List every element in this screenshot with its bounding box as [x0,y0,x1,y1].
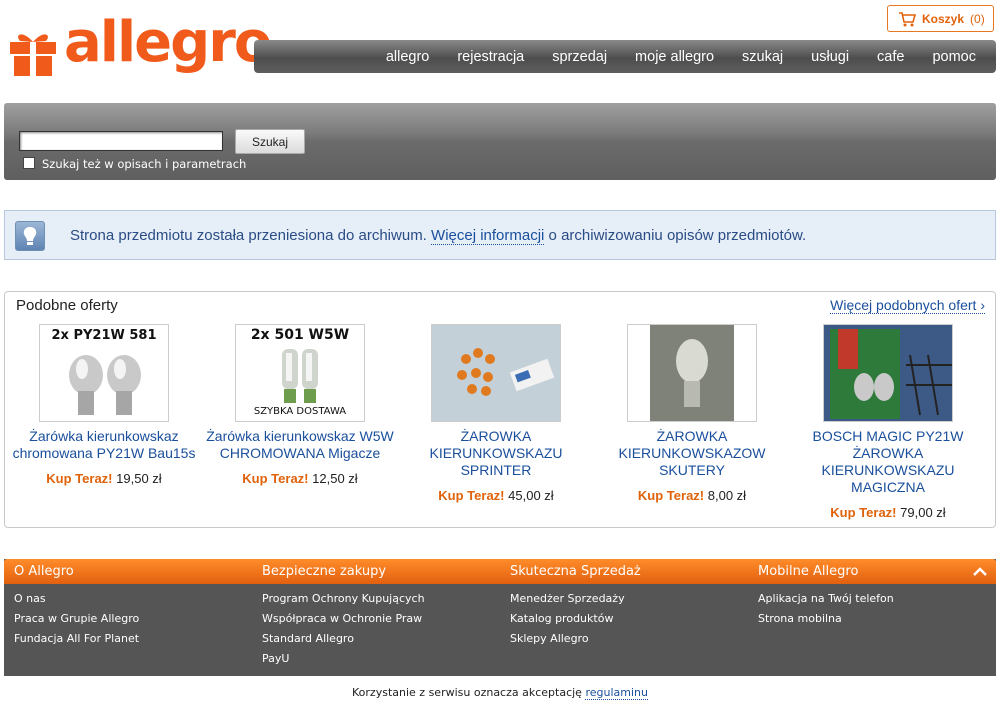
offer-card[interactable]: ŻAROWKA KIERUNKOWSKAZU SPRINTER Kup Tera… [398,324,594,503]
footer-link[interactable]: PayU [262,652,500,672]
offer-title[interactable]: Żarówka kierunkowskaz W5W CHROMOWANA Mig… [202,428,398,462]
footer-column-title: Mobilne Allegro [758,564,859,579]
footer-link[interactable]: Katalog produktów [510,612,748,632]
bulb-photo [69,355,141,415]
offer-image[interactable] [627,324,757,422]
offer-image-caption: 2x 501 W5W [250,327,350,343]
price-value: 45,00 zł [508,488,554,503]
footer-column-title: Skuteczna Sprzedaż [510,564,641,579]
offer-image[interactable]: 2x PY21W 581 [39,324,169,422]
footer: O Allegro O nas Praca w Grupie Allegro F… [4,559,996,676]
more-similar-offers-link[interactable]: Więcej podobnych ofert › [830,297,985,314]
footer-link[interactable]: Standard Allegro [262,632,500,652]
similar-offers-title: Podobne oferty [16,297,118,314]
nav-item-rejestracja[interactable]: rejestracja [457,49,524,65]
footer-column: Bezpieczne zakupy Program Ochrony Kupują… [252,559,500,672]
nav-item-pomoc[interactable]: pomoc [932,49,976,65]
footer-column-title: O Allegro [14,564,74,579]
nav-item-moje-allegro[interactable]: moje allegro [635,49,714,65]
offer-price: Kup Teraz! 19,50 zł [6,471,202,486]
nav-item-sprzedaj[interactable]: sprzedaj [552,49,607,65]
price-value: 79,00 zł [900,505,946,520]
buy-now-label[interactable]: Kup Teraz! [46,471,112,486]
terms-notice: Korzystanie z serwisu oznacza akceptację… [0,686,1000,700]
buy-now-label[interactable]: Kup Teraz! [638,488,704,503]
offer-price: Kup Teraz! 45,00 zł [398,488,594,503]
terms-text: Korzystanie z serwisu oznacza akceptację [352,686,586,699]
buy-now-label[interactable]: Kup Teraz! [242,471,308,486]
more-info-link[interactable]: Więcej informacji [431,227,545,245]
nav-item-uslugi[interactable]: usługi [811,49,849,65]
offer-image-caption: 2x PY21W 581 [51,328,157,343]
logo-text: allegro [64,10,272,75]
footer-link[interactable]: Strona mobilna [758,612,996,632]
notice-text-before: Strona przedmiotu została przeniesiona d… [70,227,432,244]
footer-link[interactable]: Współpraca w Ochronie Praw [262,612,500,632]
offer-card[interactable]: BOSCH MAGIC PY21W ŻAROWKA KIERUNKOWSKAZU… [790,324,986,520]
search-descriptions-checkbox[interactable] [23,157,35,169]
buy-now-label[interactable]: Kup Teraz! [830,505,896,520]
offer-image[interactable]: 2x 501 W5W SZYBKA DOSTAWA [235,324,365,422]
terms-link[interactable]: regulaminu [585,686,648,700]
footer-link[interactable]: Aplikacja na Twój telefon [758,592,996,612]
footer-link[interactable]: O nas [14,592,252,612]
nav-item-allegro[interactable]: allegro [386,49,430,65]
price-value: 12,50 zł [312,471,358,486]
offer-image-caption: SZYBKA DOSTAWA [253,406,347,417]
bulb-photo [650,325,734,421]
offer-card[interactable]: 2x 501 W5W SZYBKA DOSTAWA Żarówka kierun… [202,324,398,486]
offer-image[interactable] [431,324,561,422]
similar-offers: Podobne oferty Więcej podobnych ofert › … [4,291,996,528]
footer-column: Skuteczna Sprzedaż Menedżer Sprzedaży Ka… [500,559,748,652]
footer-link[interactable]: Fundacja All For Planet [14,632,252,652]
search-bar: Szukaj Szukaj też w opisach i parametrac… [4,103,996,180]
offer-price: Kup Teraz! 12,50 zł [202,471,398,486]
allegro-logo[interactable]: allegro [8,10,272,90]
footer-link[interactable]: Sklepy Allegro [510,632,748,652]
nav-item-szukaj[interactable]: szukaj [742,49,783,65]
gift-icon [10,34,56,76]
main-nav: allegro rejestracja sprzedaj moje allegr… [254,40,996,73]
search-button[interactable]: Szukaj [235,129,305,154]
footer-column: O Allegro O nas Praca w Grupie Allegro F… [4,559,252,652]
search-input[interactable] [19,131,223,151]
footer-column: Mobilne Allegro Aplikacja na Twój telefo… [748,559,996,632]
cart-label: Koszyk [922,11,965,26]
footer-column-title: Bezpieczne zakupy [262,564,387,579]
offer-card[interactable]: ŻAROWKA KIERUNKOWSKAZOW SKUTERY Kup Tera… [594,324,790,503]
offer-title[interactable]: ŻAROWKA KIERUNKOWSKAZU SPRINTER [398,428,594,479]
cart-icon [899,11,916,26]
offer-card[interactable]: 2x PY21W 581 Żarówka kierunkowskaz chrom… [6,324,202,486]
archive-notice-text: Strona przedmiotu została przeniesiona d… [70,227,807,245]
footer-link[interactable]: Menedżer Sprzedaży [510,592,748,612]
chevron-up-icon[interactable] [972,564,988,578]
footer-link[interactable]: Program Ochrony Kupujących [262,592,500,612]
nav-item-cafe[interactable]: cafe [877,49,904,65]
search-descriptions-label: Szukaj też w opisach i parametrach [42,157,247,171]
offer-title[interactable]: Żarówka kierunkowskaz chromowana PY21W B… [6,428,202,462]
offer-price: Kup Teraz! 8,00 zł [594,488,790,503]
buy-now-label[interactable]: Kup Teraz! [438,488,504,503]
archive-notice: Strona przedmiotu została przeniesiona d… [4,210,996,260]
bulb-photo [432,325,560,421]
offer-price: Kup Teraz! 79,00 zł [790,505,986,520]
price-value: 19,50 zł [116,471,162,486]
offer-title[interactable]: ŻAROWKA KIERUNKOWSKAZOW SKUTERY [594,428,790,479]
footer-link[interactable]: Praca w Grupie Allegro [14,612,252,632]
bulb-photo [282,349,318,403]
bulb-photo [824,325,952,421]
cart-count: (0) [970,11,985,26]
lightbulb-icon [15,221,45,251]
cart-button[interactable]: Koszyk (0) [887,5,994,32]
price-value: 8,00 zł [707,488,747,503]
notice-text-after: o archiwizowaniu opisów przedmiotów. [544,227,807,244]
offer-title[interactable]: BOSCH MAGIC PY21W ŻAROWKA KIERUNKOWSKAZU… [790,428,986,496]
offer-image[interactable] [823,324,953,422]
